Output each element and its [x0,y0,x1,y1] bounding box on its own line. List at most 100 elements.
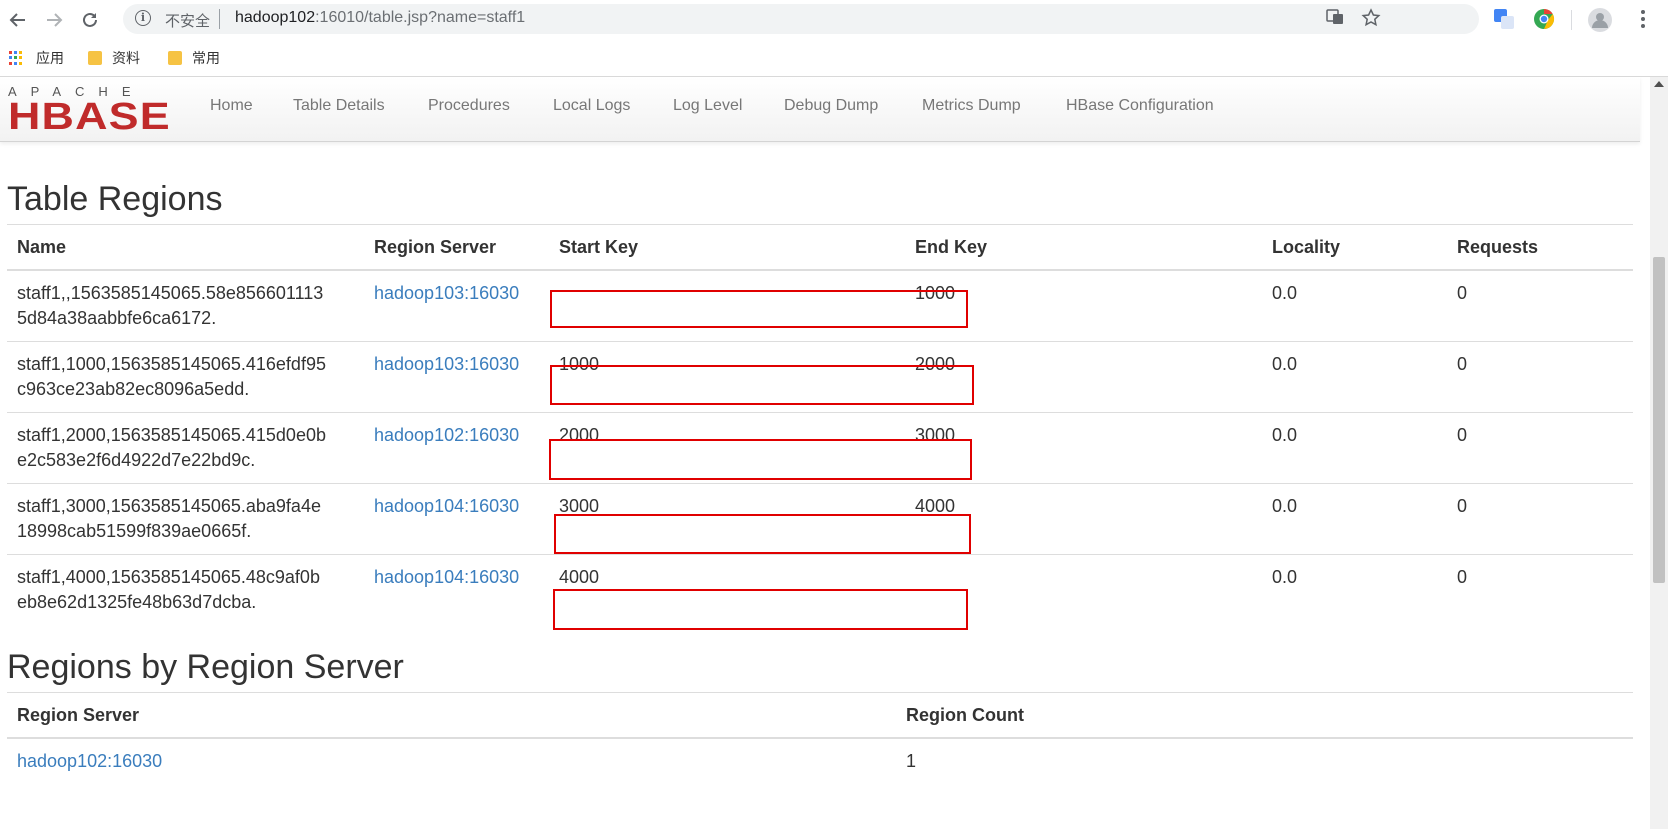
hbase-logo[interactable]: APACHE HBASE [8,85,174,136]
locality-cell: 0.0 [1262,341,1447,413]
region-server-cell: hadoop102:16030 [364,412,549,484]
col-header-locality: Locality [1262,224,1447,271]
bookmarks-bar: 应用 资料 常用 [0,40,1668,77]
col-header-region-server: Region Server [364,224,549,271]
folder-icon [88,51,102,65]
scroll-up-arrow-icon[interactable] [1654,81,1664,87]
key-range-highlight [549,439,972,480]
requests-cell: 0 [1447,483,1633,555]
requests-cell: 0 [1447,554,1633,625]
region-name-line: staff1,3000,1563585145065.aba9fa4e [17,496,321,516]
region-name-cell: staff1,4000,1563585145065.48c9af0b eb8e62… [7,554,364,625]
url-path: :16010/table.jsp?name=staff1 [315,9,526,26]
bookmark-folder-2[interactable]: 常用 [168,48,220,68]
bookmark-label: 应用 [36,51,64,67]
key-range-highlight [550,365,974,405]
col-header-start-key: Start Key [549,224,905,271]
region-name-line: eb8e62d1325fe48b63d7dcba. [17,592,257,612]
nav-procedures[interactable]: Procedures [428,97,510,115]
apps-grid-icon [9,50,24,66]
locality-cell: 0.0 [1262,412,1447,484]
region-name-line: staff1,2000,1563585145065.415d0e0b [17,425,326,445]
nav-table-details[interactable]: Table Details [293,97,385,115]
regions-by-server-heading: Regions by Region Server [7,648,404,686]
nav-debug-dump[interactable]: Debug Dump [784,97,878,115]
bookmark-apps[interactable]: 应用 [9,48,64,68]
url-host: hadoop102 [235,9,316,26]
region-server-link[interactable]: hadoop104:16030 [374,567,519,587]
nav-home[interactable]: Home [210,97,253,115]
region-count-cell: 1 [896,737,1633,784]
locality-cell: 0.0 [1262,554,1447,625]
toolbar-divider [1571,10,1572,30]
locality-cell: 0.0 [1262,269,1447,342]
col-header-name: Name [7,224,364,271]
insecure-label: 不安全 [165,12,211,30]
region-name-line: 18998cab51599f839ae0665f. [17,521,252,541]
region-server-cell: hadoop103:16030 [364,269,549,342]
region-server-link[interactable]: hadoop104:16030 [374,496,519,516]
region-name-line: c963ce23ab82ec8096a5edd. [17,379,250,399]
table-regions-heading: Table Regions [7,180,223,218]
bookmark-label: 资料 [112,51,140,67]
key-range-highlight [554,514,971,554]
hbase-navbar: APACHE HBASE Home Table Details Procedur… [0,77,1640,142]
nav-log-level[interactable]: Log Level [673,97,742,115]
address-divider [219,9,220,29]
region-name-line: staff1,,1563585145065.58e856601113 [17,283,324,303]
info-icon[interactable]: i [135,10,151,26]
region-name-cell: staff1,1000,1563585145065.416efdf95 c963c… [7,341,364,413]
address-bar[interactable]: i 不安全 hadoop102:16010/table.jsp?name=sta… [123,4,1479,34]
page-scrollbar[interactable] [1650,77,1668,829]
menu-kebab-icon[interactable] [1632,8,1654,30]
region-server-link[interactable]: hadoop102:16030 [17,751,162,771]
nav-local-logs[interactable]: Local Logs [553,97,630,115]
page-viewport: APACHE HBASE Home Table Details Procedur… [0,77,1650,829]
table-header-row: Region Server Region Count [7,692,1633,739]
region-server-link[interactable]: hadoop102:16030 [374,425,519,445]
locality-cell: 0.0 [1262,483,1447,555]
requests-cell: 0 [1447,412,1633,484]
region-server-cell: hadoop102:16030 [7,737,896,784]
browser-toolbar: i 不安全 hadoop102:16010/table.jsp?name=sta… [0,0,1668,40]
col-header-end-key: End Key [905,224,1262,271]
region-name-line: staff1,4000,1563585145065.48c9af0b [17,567,320,587]
nav-metrics-dump[interactable]: Metrics Dump [922,97,1021,115]
forward-arrow-icon[interactable] [40,6,68,34]
translate-extension-icon[interactable] [1493,8,1515,30]
key-range-highlight [550,290,968,328]
col-header-region-server: Region Server [7,692,896,739]
bookmark-label: 常用 [192,51,220,67]
region-name-cell: staff1,2000,1563585145065.415d0e0b e2c583… [7,412,364,484]
reload-icon[interactable] [76,6,104,34]
profile-avatar-icon[interactable] [1588,8,1612,32]
col-header-requests: Requests [1447,224,1633,271]
bookmark-folder-1[interactable]: 资料 [88,48,140,68]
requests-cell: 0 [1447,269,1633,342]
back-arrow-icon[interactable] [4,6,32,34]
folder-icon [168,51,182,65]
region-name-line: staff1,1000,1563585145065.416efdf95 [17,354,326,374]
table-regions-table: Name Region Server Start Key End Key Loc… [7,224,1633,625]
url-text[interactable]: hadoop102:16010/table.jsp?name=staff1 [235,9,525,27]
requests-cell: 0 [1447,341,1633,413]
key-range-highlight [553,589,968,630]
logo-hbase-text: HBASE [8,96,171,138]
translate-icon[interactable] [1326,8,1344,31]
bookmark-star-icon[interactable] [1361,8,1381,33]
region-server-link[interactable]: hadoop103:16030 [374,354,519,374]
region-server-cell: hadoop104:16030 [364,483,549,555]
region-server-cell: hadoop103:16030 [364,341,549,413]
region-server-link[interactable]: hadoop103:16030 [374,283,519,303]
nav-hbase-configuration[interactable]: HBase Configuration [1066,97,1214,115]
region-name-cell: staff1,3000,1563585145065.aba9fa4e 18998c… [7,483,364,555]
region-name-cell: staff1,,1563585145065.58e856601113 5d84a3… [7,269,364,342]
region-name-line: 5d84a38aabbfe6ca6172. [17,308,217,328]
chrome-extension-icon[interactable] [1533,8,1555,30]
regions-by-server-table: Region Server Region Count hadoop102:160… [7,692,1633,784]
col-header-region-count: Region Count [896,692,1633,739]
scroll-thumb[interactable] [1653,257,1665,583]
region-name-line: e2c583e2f6d4922d7e22bd9c. [17,450,256,470]
table-row: hadoop102:16030 1 [7,737,1633,784]
table-header-row: Name Region Server Start Key End Key Loc… [7,224,1633,271]
